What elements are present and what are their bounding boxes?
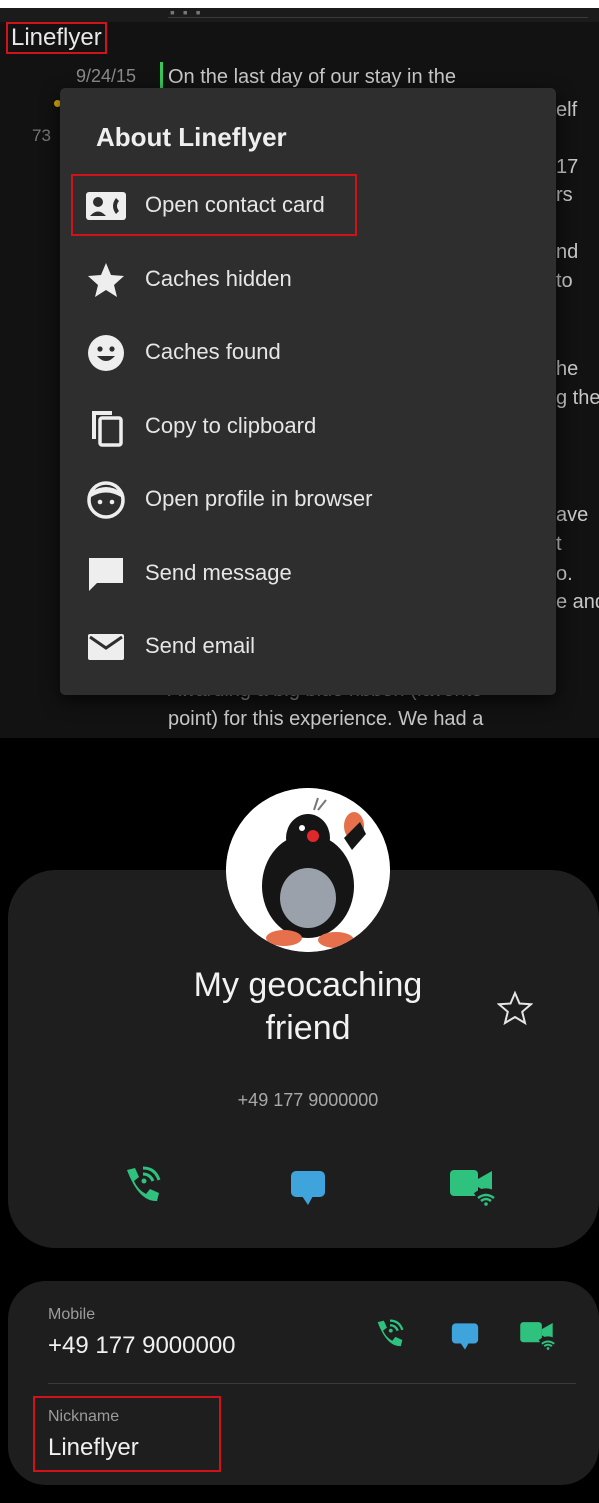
chat-bubble-icon[interactable] bbox=[448, 1318, 482, 1352]
log-text-line: to bbox=[556, 270, 573, 292]
email-icon bbox=[86, 627, 126, 667]
favorite-star-icon[interactable] bbox=[496, 990, 534, 1026]
menu-item-label: Open profile in browser bbox=[145, 486, 373, 511]
profile-face-icon bbox=[86, 480, 126, 520]
menu-item-caches-hidden[interactable]: Caches hidden bbox=[60, 248, 556, 310]
log-text-line: nd bbox=[556, 241, 579, 263]
log-text-line: ave bbox=[556, 504, 589, 526]
mole-plush-image bbox=[226, 788, 390, 952]
log-text-line: point) for this experience. We had a bbox=[168, 708, 484, 730]
about-user-popup: About Lineflyer Open contact card Caches… bbox=[60, 88, 556, 695]
menu-item-caches-found[interactable]: Caches found bbox=[60, 321, 556, 383]
smiley-icon bbox=[86, 333, 126, 373]
video-call-icon[interactable] bbox=[448, 1162, 499, 1206]
status-edge bbox=[0, 0, 599, 8]
contact-name-line: friend bbox=[265, 1009, 351, 1047]
popup-title: About Lineflyer bbox=[96, 122, 287, 152]
wifi-call-icon[interactable] bbox=[121, 1162, 165, 1206]
contact-name-line: My geocaching bbox=[193, 966, 423, 1004]
log-author-name[interactable]: Lineflyer bbox=[6, 22, 107, 54]
log-text-line: o. bbox=[556, 563, 573, 585]
highlight-box bbox=[33, 1396, 221, 1472]
log-date: 9/24/15 bbox=[76, 66, 137, 86]
log-count: 73 bbox=[32, 126, 51, 145]
log-separator bbox=[168, 17, 588, 18]
log-text-line: e and bbox=[556, 591, 599, 613]
log-text-line: g the bbox=[556, 387, 599, 409]
log-view: ▪ ▪ ▪ Lineflyer 73 9/24/15 On the last d… bbox=[0, 0, 599, 738]
menu-item-send-message[interactable]: Send message bbox=[60, 542, 556, 604]
wifi-call-icon[interactable] bbox=[373, 1316, 407, 1350]
log-text-line: rs bbox=[556, 184, 573, 206]
menu-item-label: Caches hidden bbox=[145, 266, 292, 291]
avatar[interactable] bbox=[226, 788, 390, 952]
log-text-line: On the last day of our stay in the bbox=[168, 66, 456, 88]
contact-phone-number: +49 177 9000000 bbox=[237, 1090, 379, 1110]
menu-item-send-email[interactable]: Send email bbox=[60, 615, 556, 677]
menu-item-open-profile-in-browser[interactable]: Open profile in browser bbox=[60, 468, 556, 530]
previous-log-strip: ▪ ▪ ▪ bbox=[0, 4, 599, 22]
log-marker bbox=[160, 62, 163, 88]
log-text-line: elf bbox=[556, 99, 578, 121]
log-text-line: 17 bbox=[556, 156, 579, 178]
mobile-label: Mobile bbox=[48, 1306, 96, 1323]
menu-item-copy-to-clipboard[interactable]: Copy to clipboard bbox=[60, 395, 556, 457]
menu-item-label: Send message bbox=[145, 560, 292, 585]
contact-name: My geocaching friend bbox=[130, 964, 486, 1050]
video-call-icon[interactable] bbox=[518, 1316, 558, 1350]
message-icon bbox=[86, 554, 126, 594]
log-text-line: t bbox=[556, 533, 562, 555]
menu-item-label: Send email bbox=[145, 633, 256, 658]
star-icon bbox=[86, 260, 126, 300]
field-divider bbox=[48, 1383, 576, 1384]
mobile-number[interactable]: +49 177 9000000 bbox=[48, 1332, 236, 1360]
log-text-line: he bbox=[556, 358, 579, 380]
menu-item-label: Copy to clipboard bbox=[145, 413, 317, 438]
chat-bubble-icon[interactable] bbox=[286, 1164, 330, 1208]
copy-icon bbox=[86, 407, 126, 447]
menu-item-label: Caches found bbox=[145, 339, 281, 364]
highlight-box bbox=[71, 174, 357, 236]
